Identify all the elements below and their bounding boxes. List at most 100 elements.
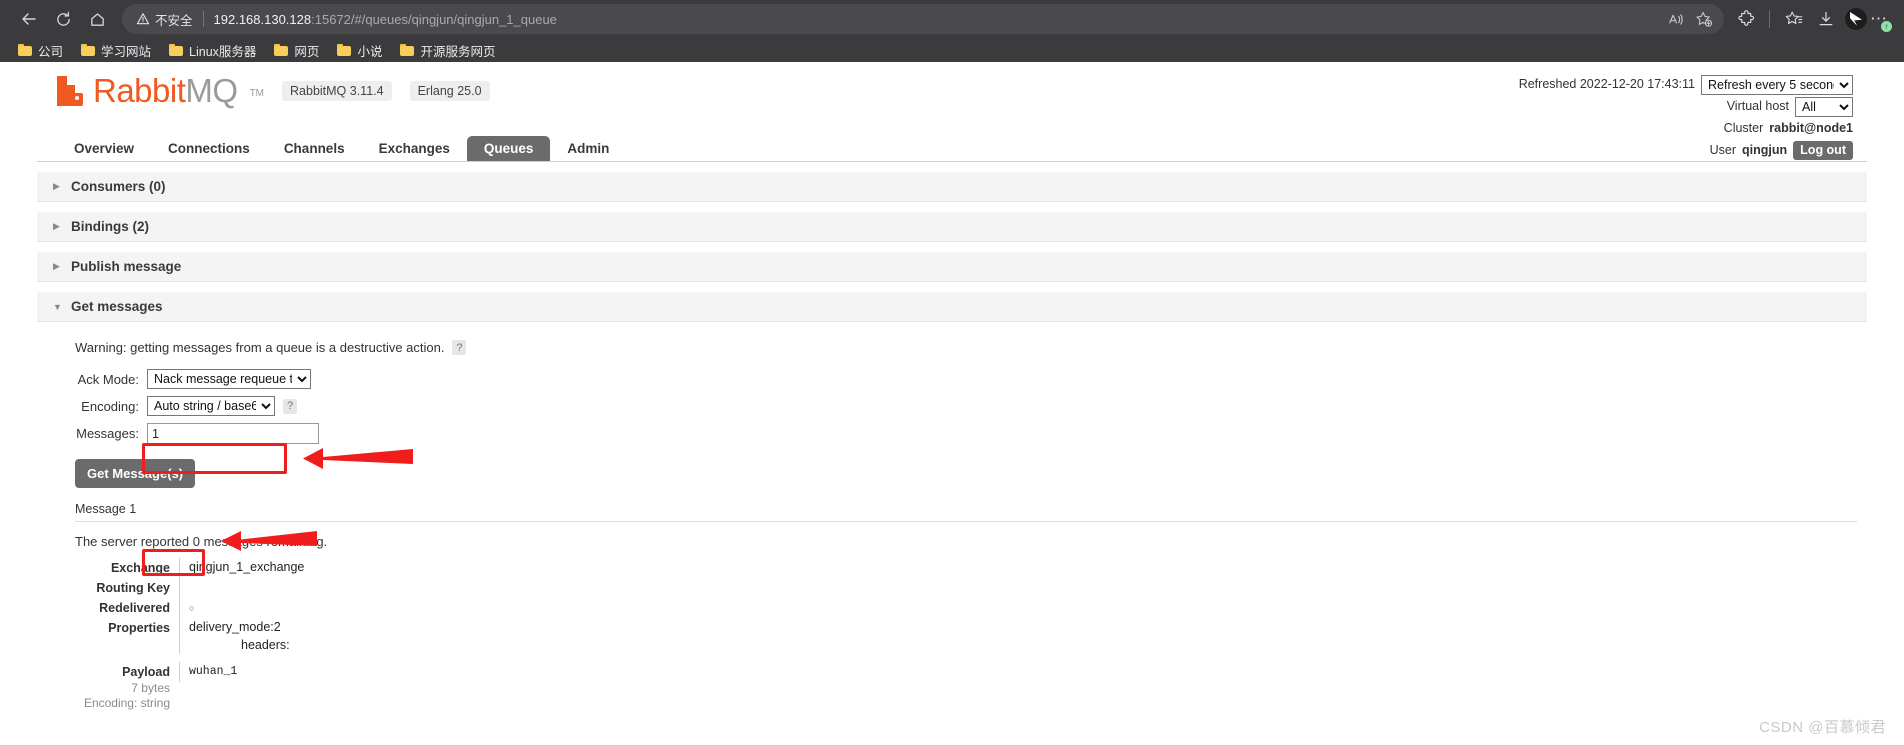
bookmark-item[interactable]: 小说	[329, 39, 390, 62]
update-badge: ↑	[1881, 21, 1892, 32]
folder-icon	[18, 44, 32, 56]
properties-value: delivery_mode: 2 headers:	[179, 618, 1867, 654]
bookmark-item[interactable]: 学习网站	[73, 39, 159, 62]
bookmarks-bar: 公司 学习网站 Linux服务器 网页 小说 开源服务网页	[0, 38, 1904, 62]
read-aloud-icon[interactable]	[1662, 6, 1690, 32]
section-title: Bindings (2)	[71, 219, 149, 234]
vhost-row: Virtual host All/qingjun	[1519, 96, 1853, 117]
bookmark-label: 公司	[38, 44, 64, 59]
extensions-puzzle-icon[interactable]	[1732, 4, 1762, 34]
message-row-properties: Properties delivery_mode: 2 headers:	[75, 618, 1867, 654]
bookmark-label: 网页	[294, 44, 320, 59]
tab-exchanges[interactable]: Exchanges	[362, 136, 467, 161]
erlang-version-badge: Erlang 25.0	[409, 80, 490, 101]
messages-count-row: Messages:	[75, 423, 1867, 444]
tab-admin[interactable]: Admin	[550, 136, 626, 161]
url-text: 192.168.130.128:15672/#/queues/qingjun/q…	[214, 12, 1662, 27]
refresh-interval-select[interactable]: Refresh every 5 secondsRefresh every 10 …	[1701, 74, 1853, 95]
bookmark-item[interactable]: 网页	[266, 39, 327, 62]
exchange-value: qingjun_1_exchange	[179, 558, 1867, 578]
messages-label: Messages:	[76, 426, 139, 441]
routing-key-label: Routing Key	[96, 581, 170, 595]
collections-icon[interactable]	[1779, 4, 1809, 34]
omnibox-divider	[202, 11, 204, 27]
chevron-down-icon: ▼	[53, 301, 62, 312]
payload-title: Payload	[122, 665, 170, 679]
property-headers: headers:	[189, 636, 1867, 654]
rabbitmq-logo-icon	[57, 75, 83, 106]
home-icon[interactable]	[80, 4, 114, 34]
back-arrow-icon[interactable]	[12, 4, 46, 34]
refresh-row: Refreshed 2022-12-20 17:43:11 Refresh ev…	[1519, 74, 1853, 95]
encoding-help-icon[interactable]: ?	[283, 398, 297, 414]
routing-key-value	[179, 578, 1867, 598]
main-navigation: Overview Connections Channels Exchanges …	[37, 134, 1867, 162]
payload-bytes: 7 bytes	[131, 681, 170, 695]
chevron-right-icon: ▶	[53, 221, 60, 231]
message-row-payload: Payload 7 bytes Encoding: string wuhan_1	[75, 662, 1867, 711]
messages-count-input[interactable]	[147, 423, 319, 444]
section-get-messages[interactable]: ▼ Get messages	[37, 292, 1867, 322]
message-row-exchange: Exchange qingjun_1_exchange	[75, 558, 1867, 578]
tab-queues[interactable]: Queues	[466, 136, 551, 161]
downloads-icon[interactable]	[1811, 4, 1841, 34]
exchange-label: Exchange	[110, 561, 170, 575]
rabbitmq-management-app: RabbitMQ TM RabbitMQ 3.11.4 Erlang 25.0 …	[37, 62, 1867, 711]
warning-help-icon[interactable]: ?	[452, 340, 467, 355]
add-favorite-icon[interactable]	[1690, 6, 1718, 32]
tab-overview[interactable]: Overview	[57, 136, 151, 161]
folder-icon	[274, 44, 289, 56]
section-consumers[interactable]: ▶ Consumers (0)	[37, 172, 1867, 202]
bookmark-label: Linux服务器	[189, 44, 257, 59]
ack-mode-select[interactable]: Nack message requeue trueAck message req…	[147, 369, 311, 389]
redelivered-label: Redelivered	[99, 601, 170, 615]
property-key: delivery_mode:	[189, 620, 274, 634]
vhost-label: Virtual host	[1726, 99, 1789, 113]
bookmark-item[interactable]: Linux服务器	[161, 39, 264, 62]
refreshed-label: Refreshed 2022-12-20 17:43:11	[1518, 77, 1695, 91]
reload-icon[interactable]	[46, 4, 80, 34]
settings-more-icon[interactable]: ⋯ ↑	[1870, 9, 1892, 32]
section-title: Get messages	[71, 299, 163, 314]
bookmark-item[interactable]: 公司	[10, 39, 71, 62]
virtual-host-select[interactable]: All/qingjun	[1795, 96, 1853, 117]
folder-icon	[81, 44, 96, 56]
section-title: Publish message	[71, 259, 182, 274]
get-messages-button[interactable]: Get Message(s)	[75, 459, 196, 488]
messages-remaining-text: The server reported 0 messages remaining…	[75, 534, 328, 549]
redelivered-glyph: ○	[189, 603, 195, 613]
warning-text: Warning: getting messages from a queue i…	[75, 340, 445, 355]
toolbar-divider	[1769, 10, 1770, 28]
folder-icon	[400, 44, 415, 56]
section-bindings[interactable]: ▶ Bindings (2)	[37, 212, 1867, 242]
profile-avatar-icon[interactable]	[1845, 8, 1867, 30]
redelivered-value: ○	[179, 598, 1867, 618]
url-path: :15672/#/queues/qingjun/qingjun_1_queue	[311, 11, 557, 27]
app-header: RabbitMQ TM RabbitMQ 3.11.4 Erlang 25.0 …	[37, 62, 1867, 160]
properties-label: Properties	[108, 621, 170, 635]
folder-icon	[337, 44, 352, 56]
section-publish-message[interactable]: ▶ Publish message	[37, 252, 1867, 282]
address-bar[interactable]: 不安全 192.168.130.128:15672/#/queues/qingj…	[122, 4, 1724, 34]
tab-channels[interactable]: Channels	[267, 136, 362, 161]
folder-icon	[169, 44, 184, 56]
bookmark-item[interactable]: 开源服务网页	[392, 39, 503, 62]
property-key: headers:	[241, 638, 290, 652]
security-status[interactable]: 不安全	[136, 10, 193, 29]
destructive-warning: Warning: getting messages from a queue i…	[75, 340, 1867, 355]
logo-text: RabbitMQ	[93, 74, 238, 107]
chevron-right-icon: ▶	[53, 181, 60, 191]
section-title: Consumers (0)	[71, 179, 166, 194]
ack-mode-label: Ack Mode:	[77, 371, 139, 387]
encoding-select[interactable]: Auto string / base64base64	[147, 396, 275, 416]
property-value: 2	[273, 620, 281, 634]
security-label: 不安全	[155, 13, 193, 28]
tab-connections[interactable]: Connections	[151, 136, 267, 161]
payload-label: Payload 7 bytes Encoding: string	[75, 662, 179, 711]
bookmark-label: 学习网站	[101, 44, 152, 59]
message-row-redelivered: Redelivered ○	[75, 598, 1867, 618]
